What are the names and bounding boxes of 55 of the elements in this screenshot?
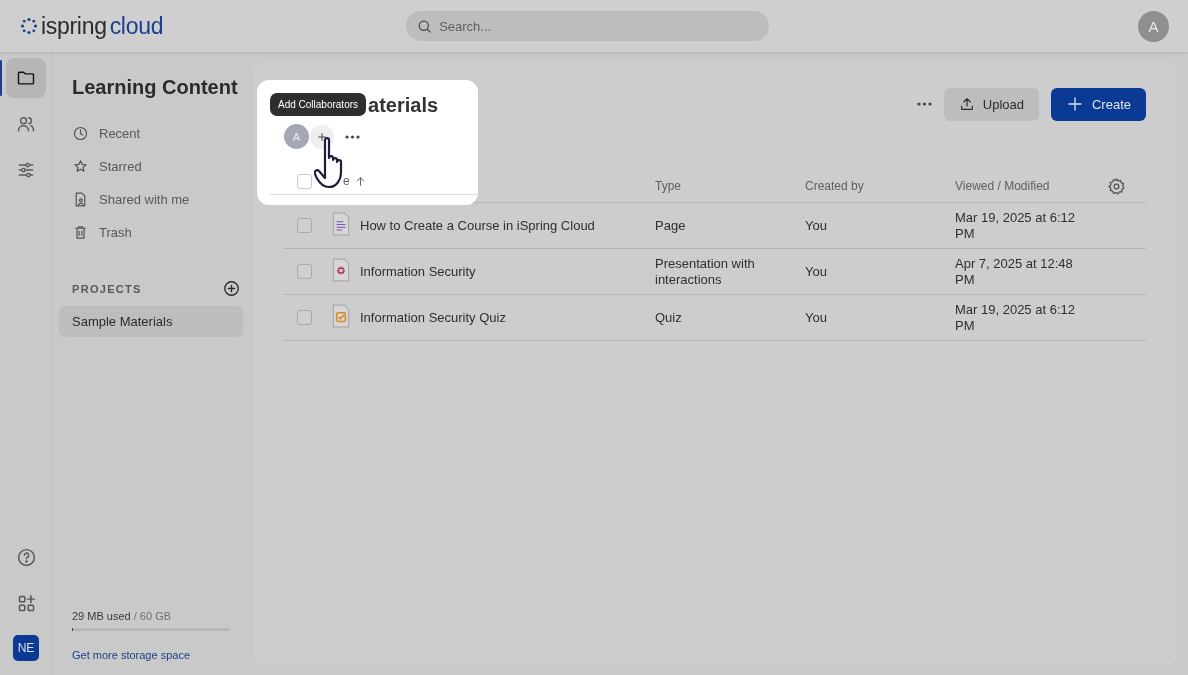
nav-link[interactable]: Trash [99,225,132,240]
presentation-file-icon [330,258,352,282]
add-circle-icon [222,279,241,298]
select-all-checkbox[interactable] [297,173,312,189]
logo-mark-icon [20,17,38,35]
settings-icon [1107,176,1126,196]
column-header[interactable]: Viewed / Modified [955,179,1050,193]
nav-link[interactable]: Recent [99,126,141,141]
more-icon[interactable] [916,102,932,106]
storage-usage-text: 29 MB used / 60 GB [72,610,173,622]
file-name[interactable]: Information Security [360,264,476,279]
table-cell-text: Presentation with interactions [655,255,756,288]
trash-icon [72,224,89,241]
clock-icon [72,125,89,142]
quiz-file-icon [330,304,352,328]
file-name[interactable]: How to Create a Course in iSpring Cloud [360,218,595,233]
account-badge[interactable]: NE [13,635,39,661]
storage-link[interactable]: Get more storage space [72,649,190,661]
nav-link[interactable]: Starred [99,159,142,174]
column-header[interactable]: Type [655,179,681,193]
star-icon [72,158,89,175]
file-name[interactable]: Information Security Quiz [360,310,506,325]
column-header[interactable]: Created by [805,179,864,193]
table-cell-text: Quiz [655,309,683,326]
table-cell-text: You [805,218,828,233]
logo-text: ispring [41,12,107,40]
more-icon[interactable] [345,134,360,139]
upload-icon [958,96,975,112]
table-cell-text: Mar 19, 2025 at 6:12 PM [955,209,1076,242]
row-checkbox[interactable] [297,264,312,279]
row-checkbox[interactable] [297,218,312,233]
row-checkbox[interactable] [297,310,312,325]
people-icon [16,114,36,134]
search-field[interactable]: Search... [406,11,770,41]
tooltip: Add Collaborators [270,93,367,116]
table-cell-text: Page [655,217,687,234]
add-collaborator-button[interactable] [310,124,334,149]
nav-link[interactable]: Shared with me [99,192,190,207]
table-cell-text: You [805,310,828,325]
table-cell-text: Apr 7, 2025 at 12:48 PM [955,255,1074,288]
page-title: aterials [368,94,439,117]
folder-icon [16,68,36,88]
projects-heading: PROJECTS [72,282,142,295]
page-file-icon [330,212,352,236]
search-icon [416,18,434,35]
project-item[interactable]: Sample Materials [59,306,243,337]
help-icon [15,546,37,568]
create-button[interactable]: Create [1050,87,1146,121]
section-title: Learning Content [72,76,239,99]
logo-text: cloud [109,12,164,40]
table-cell-text: You [805,264,828,279]
column-header[interactable]: e [343,174,367,188]
table-cell-text: Mar 19, 2025 at 6:12 PM [955,301,1076,334]
sliders-icon [16,160,36,180]
upload-button[interactable]: Upload [943,87,1039,121]
